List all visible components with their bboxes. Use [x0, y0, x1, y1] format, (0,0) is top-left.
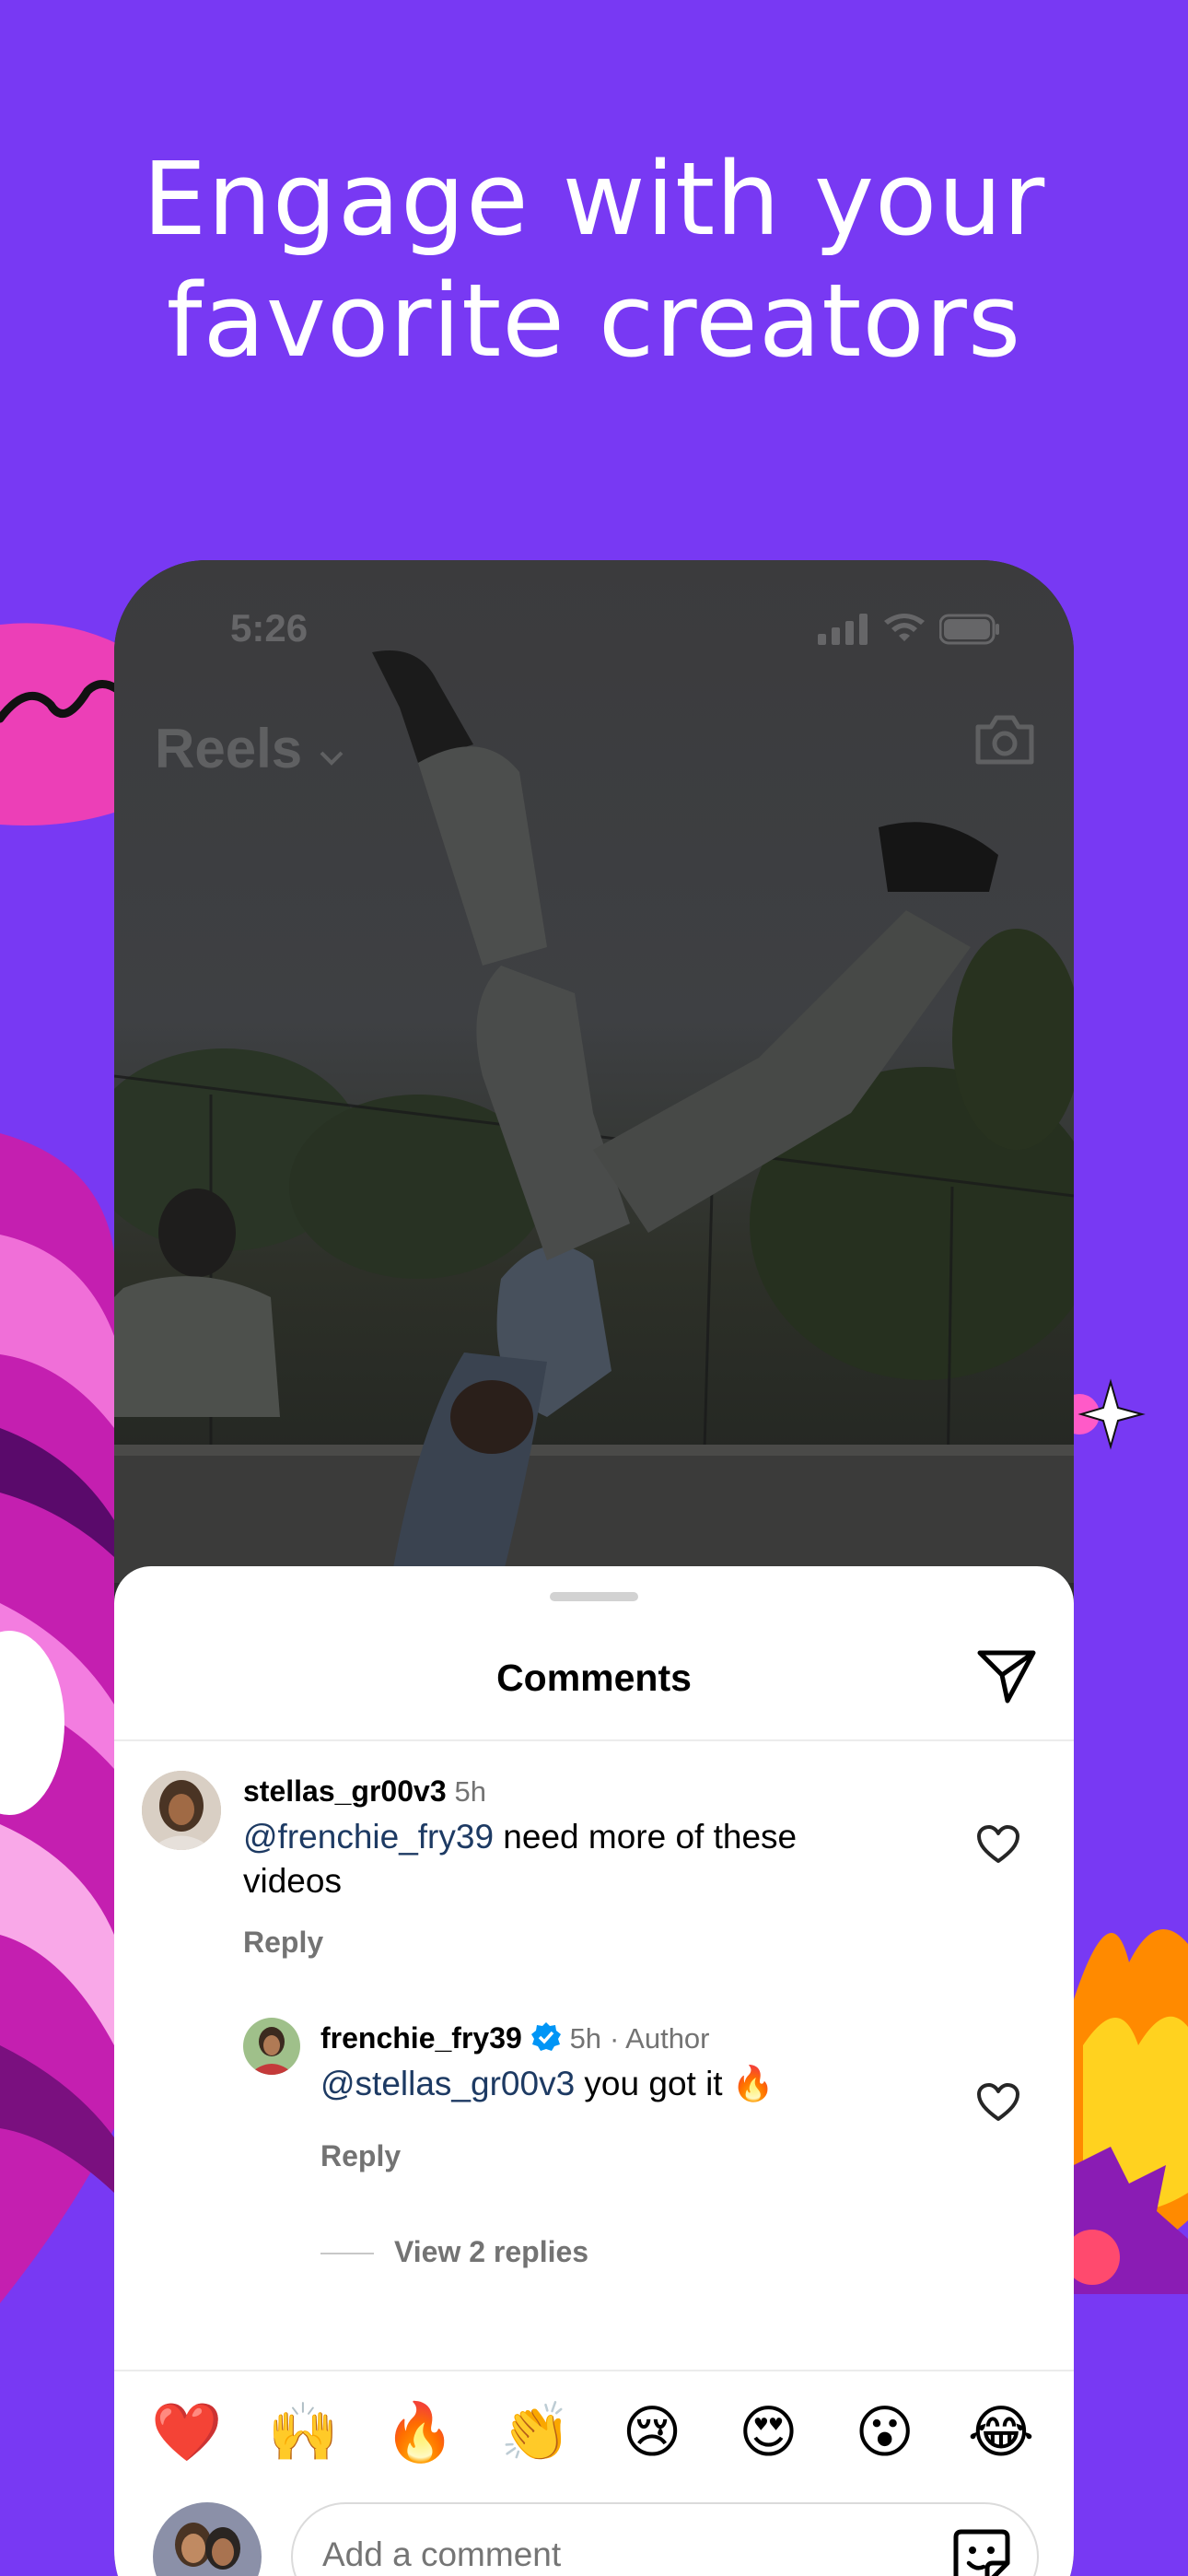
emoji-divider: [114, 2370, 1074, 2371]
emoji-heart[interactable]: ❤️: [146, 2392, 228, 2475]
reply-button[interactable]: Reply: [320, 2139, 401, 2173]
camera-icon[interactable]: [973, 712, 1037, 767]
verified-badge-icon: [530, 2022, 561, 2051]
left-pink-sticker-decoration: [0, 623, 120, 825]
headline-line-1: Engage with your: [142, 140, 1046, 258]
heart-icon[interactable]: [976, 2082, 1020, 2123]
avatar[interactable]: [142, 1771, 221, 1850]
reply-username-text: frenchie_fry39: [320, 2021, 522, 2055]
emoji-heart-eyes[interactable]: 😍: [727, 2392, 809, 2475]
comment-username-text: stellas_gr00v3: [243, 1774, 447, 1808]
emoji-surprised[interactable]: 😮: [844, 2392, 926, 2475]
comments-sheet: Comments stellas_gr00v3 5h @frenchie_fry…: [114, 1566, 1074, 2576]
author-label: · Author: [609, 2022, 710, 2055]
status-time: 5:26: [230, 606, 309, 650]
right-flame-sticker-decoration: [1074, 1929, 1188, 2294]
headline: Engage with your favorite creators: [0, 138, 1188, 381]
comment-mention[interactable]: @frenchie_fry39: [243, 1818, 494, 1856]
reel-video-scene: [114, 650, 1074, 1583]
emoji-clapping[interactable]: 👏: [495, 2392, 577, 2475]
emoji-reaction-bar: ❤️ 🙌 🔥 👏 😢 😍 😮 😂: [114, 2392, 1074, 2475]
view-replies-button[interactable]: View 2 replies: [394, 2235, 588, 2269]
emoji-crying[interactable]: 😢: [611, 2392, 693, 2475]
status-bar: 5:26: [114, 606, 1074, 662]
heart-icon[interactable]: [976, 1824, 1020, 1865]
emoji-raised-hands[interactable]: 🙌: [262, 2392, 344, 2475]
sticker-icon[interactable]: [952, 2528, 1011, 2576]
emoji-laughing[interactable]: 😂: [960, 2392, 1042, 2475]
avatar[interactable]: [243, 2018, 300, 2075]
comments-title: Comments: [496, 1657, 692, 1699]
sheet-divider: [114, 1739, 1074, 1741]
comment-input-container: [291, 2502, 1039, 2576]
headline-line-2: favorite creators: [166, 262, 1022, 380]
paper-plane-icon[interactable]: [976, 1647, 1037, 1704]
comment-text: @frenchie_fry39 need more of these video…: [243, 1815, 980, 1903]
view-replies-line: [320, 2253, 374, 2254]
emoji-fire[interactable]: 🔥: [379, 2392, 461, 2475]
reply-mention[interactable]: @stellas_gr00v3: [320, 2065, 575, 2102]
sparkle-decoration: [1074, 1378, 1146, 1450]
phone-mockup: 5:26 Reels Comments stellas_gr00v3 5h @f: [114, 560, 1074, 2576]
battery-icon: [939, 614, 999, 645]
sheet-grabber[interactable]: [550, 1592, 638, 1601]
current-user-avatar[interactable]: [153, 2502, 262, 2576]
left-swirl-decoration: [0, 1133, 114, 2303]
reels-header[interactable]: Reels: [155, 717, 345, 780]
comment-time: 5h: [454, 1775, 486, 1808]
reply-time: 5h: [569, 2022, 602, 2055]
wifi-icon: [884, 614, 925, 641]
chevron-down-icon: [320, 751, 344, 766]
status-icons: [818, 614, 1000, 645]
comment-body-line-2: videos: [243, 1862, 342, 1900]
reel-video[interactable]: [114, 560, 1074, 1583]
comment-body-line-1: need more of these: [494, 1818, 798, 1856]
reply-button[interactable]: Reply: [243, 1926, 323, 1960]
reply-text: @stellas_gr00v3 you got it 🔥: [320, 2062, 965, 2106]
comment-input[interactable]: [322, 2535, 949, 2574]
reply-body: you got it 🔥: [575, 2065, 775, 2102]
cellular-signal-icon: [818, 614, 868, 645]
reply-username[interactable]: frenchie_fry39 5h · Author: [320, 2021, 710, 2055]
comment-username[interactable]: stellas_gr00v3 5h: [243, 1774, 486, 1809]
reels-title: Reels: [155, 718, 303, 779]
